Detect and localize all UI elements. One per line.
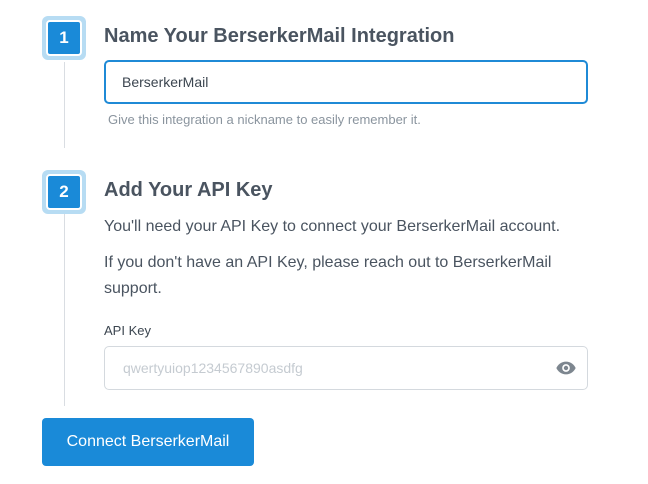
step2-badge: 2 — [42, 170, 86, 214]
step2-connector-line — [64, 214, 65, 406]
eye-icon[interactable] — [555, 357, 577, 379]
integration-name-input[interactable] — [104, 60, 588, 104]
api-key-label: API Key — [104, 323, 151, 338]
api-key-input[interactable] — [105, 347, 535, 389]
step1-badge: 1 — [42, 16, 86, 60]
api-key-support-note: If you don't have an API Key, please rea… — [104, 254, 552, 297]
api-key-field — [104, 346, 588, 390]
step1-number: 1 — [46, 20, 82, 56]
step1-connector-line — [64, 62, 65, 148]
connect-button[interactable]: Connect BerserkerMail — [42, 418, 254, 466]
step1-title: Name Your BerserkerMail Integration — [104, 25, 455, 47]
api-key-instructions: You'll need your API Key to connect your… — [104, 218, 561, 235]
integration-name-help: Give this integration a nickname to easi… — [108, 112, 421, 127]
step2-number: 2 — [46, 174, 82, 210]
step2-title: Add Your API Key — [104, 179, 273, 201]
